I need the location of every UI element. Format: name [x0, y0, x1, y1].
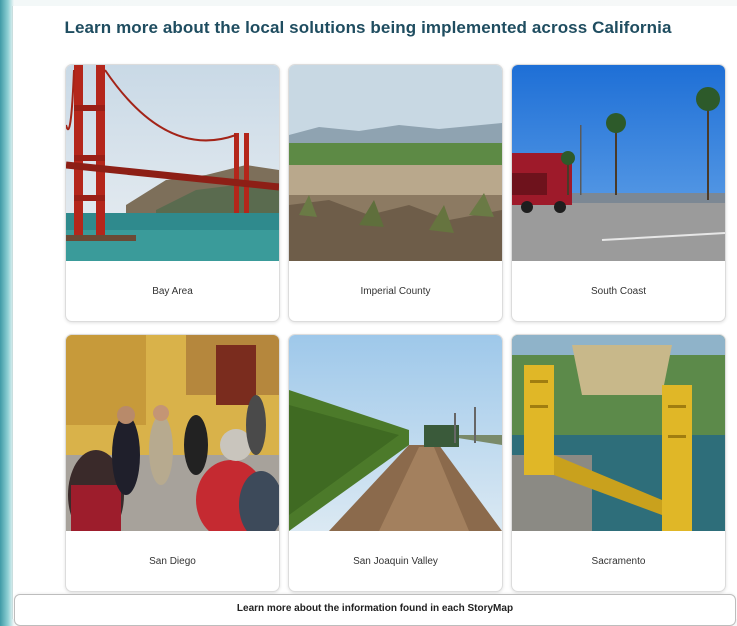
desert-farmland-photo [289, 65, 502, 261]
page-container: Learn more about the local solutions bei… [12, 6, 737, 619]
storymap-info-button[interactable]: Learn more about the information found i… [14, 594, 736, 626]
card-label: San Joaquin Valley [353, 555, 438, 567]
card-south-coast[interactable]: South Coast [511, 64, 726, 322]
card-label: South Coast [590, 285, 647, 297]
card-label: Imperial County [360, 285, 431, 297]
card-sacramento[interactable]: Sacramento [511, 334, 726, 592]
storymap-info-label: Learn more about the information found i… [236, 603, 514, 614]
card-san-joaquin-valley[interactable]: San Joaquin Valley [288, 334, 503, 592]
card-imperial-county[interactable]: Imperial County [288, 64, 503, 322]
truck-palm-trees-photo [512, 65, 725, 261]
card-bay-area[interactable]: Bay Area [65, 64, 280, 322]
card-label: San Diego [149, 555, 196, 567]
card-label: Sacramento [591, 555, 646, 567]
golden-gate-bridge-photo [66, 65, 279, 261]
page-title: Learn more about the local solutions bei… [64, 18, 672, 37]
tower-bridge-photo [512, 335, 725, 531]
card-label: Bay Area [152, 285, 193, 297]
vineyard-road-photo [289, 335, 502, 531]
community-group-photo [66, 335, 279, 531]
card-san-diego[interactable]: San Diego [65, 334, 280, 592]
